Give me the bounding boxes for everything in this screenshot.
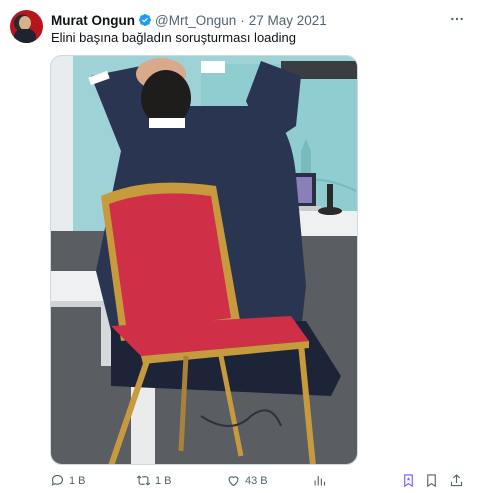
avatar-suit [14,29,36,43]
bookmark-outline-button[interactable] [424,473,439,488]
bookmark-outline-icon [427,474,436,488]
like-button[interactable]: 43 B [226,473,268,488]
tweet-date[interactable]: 27 May 2021 [249,13,327,28]
retweet-icon [136,475,151,486]
views-button[interactable] [312,473,327,488]
tweet-photo[interactable] [50,55,358,465]
author-name[interactable]: Murat Ongun [51,13,135,28]
like-count: 43 B [245,474,268,487]
avatar[interactable] [10,10,43,43]
tweet-text: Elini başına bağladın soruşturması loadi… [51,30,296,45]
bookmark-icon [404,474,413,488]
verified-icon [138,13,152,27]
reply-button[interactable]: 1 B [50,473,86,488]
more-icon[interactable] [448,10,466,28]
retweet-button[interactable]: 1 B [136,473,172,488]
share-icon [450,474,463,487]
retweet-count: 1 B [155,474,172,487]
separator-dot: · [240,12,245,28]
tweet-header: Murat Ongun @Mrt_Ongun · 27 May 2021 [51,11,327,29]
author-handle[interactable]: @Mrt_Ongun [155,13,236,28]
reply-icon [51,474,64,486]
avatar-face [19,16,31,30]
tweet-card: Murat Ongun @Mrt_Ongun · 27 May 2021 Eli… [0,0,480,493]
bookmark-button[interactable] [401,473,416,488]
photo-illustration [51,56,357,464]
views-icon [314,476,326,486]
share-button[interactable] [449,473,464,488]
reply-count: 1 B [69,474,86,487]
action-bar: 1 B 1 B 43 B [50,473,470,491]
like-icon [228,476,239,487]
